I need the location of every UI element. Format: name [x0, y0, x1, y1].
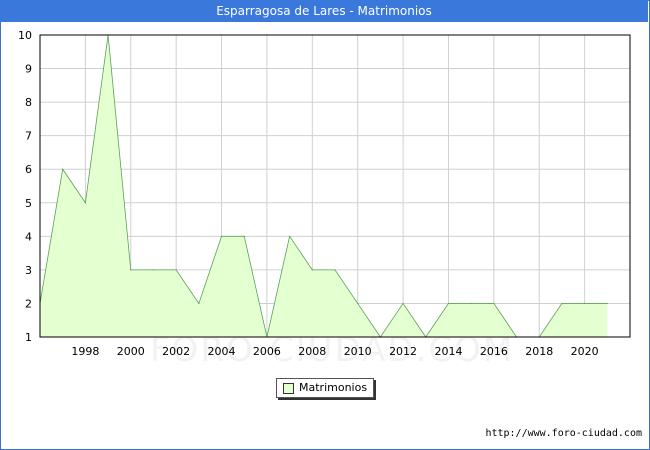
data-point — [311, 269, 313, 271]
y-tick-label: 8 — [25, 96, 32, 109]
data-point — [243, 235, 245, 237]
x-tick-label: 2002 — [162, 345, 190, 358]
y-tick-label: 7 — [25, 130, 32, 143]
data-point — [198, 302, 200, 305]
data-point — [62, 168, 64, 170]
x-tick-label: 2012 — [389, 345, 417, 358]
data-point — [606, 302, 608, 305]
x-tick-label: 2006 — [253, 345, 281, 358]
data-point — [447, 302, 450, 305]
x-tick-label: 2020 — [571, 345, 599, 358]
series-area — [39, 34, 608, 338]
y-tick-label: 9 — [25, 63, 32, 76]
data-point — [130, 269, 132, 271]
legend-swatch — [283, 383, 294, 394]
x-tick-label: 2014 — [434, 345, 462, 358]
data-point — [470, 302, 472, 305]
source-url: http://www.foro-ciudad.com — [485, 428, 642, 439]
y-tick-label: 2 — [25, 297, 32, 310]
legend-label: Matrimonios — [299, 381, 368, 394]
legend: Matrimonios — [276, 378, 374, 398]
data-point — [584, 302, 586, 305]
data-point — [561, 302, 563, 305]
data-point — [175, 269, 177, 271]
data-point — [402, 302, 404, 305]
x-tick-label: 2004 — [208, 345, 236, 358]
x-tick-labels: 1998 2000 2002 2004 2006 2008 2010 2012 2014 2016… — [71, 345, 598, 358]
data-point — [289, 235, 291, 237]
y-tick-label: 10 — [18, 29, 32, 42]
y-tick-label: 1 — [25, 331, 32, 344]
data-point — [220, 235, 223, 237]
data-point — [84, 202, 86, 204]
y-tick-label: 3 — [25, 264, 32, 277]
data-point — [152, 269, 155, 271]
data-point — [334, 269, 336, 271]
series-area-fill — [40, 35, 608, 337]
y-tick-label: 6 — [25, 163, 32, 176]
x-tick-label: 1998 — [71, 345, 99, 358]
x-tick-label: 2018 — [525, 345, 553, 358]
x-tick-label: 2016 — [480, 345, 508, 358]
y-tick-labels: 1 2 3 4 5 6 7 8 9 10 — [18, 29, 32, 344]
x-tick-label: 2000 — [117, 345, 145, 358]
y-tick-label: 4 — [25, 230, 32, 243]
data-point — [493, 302, 495, 305]
data-point — [357, 302, 359, 305]
x-tick-label: 2010 — [344, 345, 372, 358]
y-tick-label: 5 — [25, 197, 32, 210]
x-tick-label: 2008 — [298, 345, 326, 358]
